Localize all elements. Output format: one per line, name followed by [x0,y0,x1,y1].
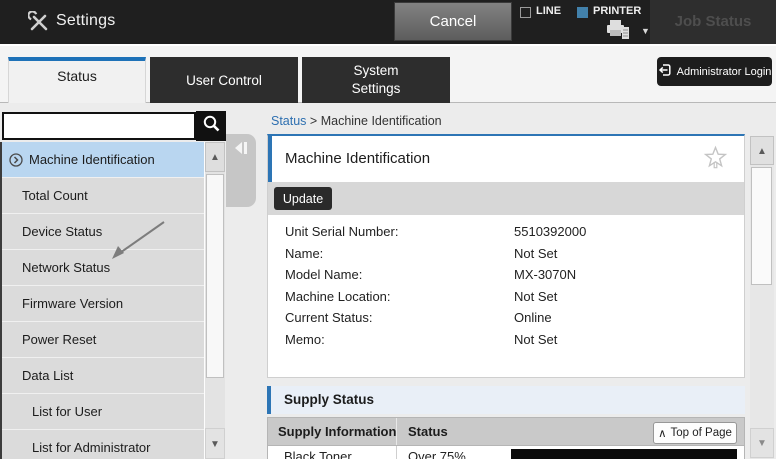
sidebar-item-label: Data List [22,368,73,383]
sidebar-item-list-for-administrator[interactable]: List for Administrator [2,430,204,459]
job-status-label: Job Status [650,0,776,44]
machine-fields: Unit Serial Number: 5510392000 Name: Not… [268,222,744,351]
field-label: Unit Serial Number: [285,224,398,239]
panel-title: Machine Identification [285,150,430,167]
field-row: Name: Not Set [268,244,744,266]
sidebar-item-label: Total Count [22,188,88,203]
search-icon [202,114,221,138]
field-label: Memo: [285,332,325,347]
top-bar: Settings Cancel LINE PRINTER ▼ Job Statu… [0,0,776,44]
breadcrumb-separator: > [310,114,317,128]
tab-system-settings-label: System Settings [336,62,416,98]
sidebar-item-label: List for User [32,404,102,419]
tab-system-settings[interactable]: System Settings [302,57,450,103]
sidebar-scroll-down-button[interactable]: ▼ [205,428,225,459]
search-input[interactable] [2,112,196,140]
supply-status-cell: Over 75% [408,449,466,459]
content-scroll-thumb[interactable] [751,167,772,285]
sidebar-collapse-handle[interactable] [226,134,256,207]
job-status-button[interactable]: Job Status [650,0,776,44]
sidebar-item-firmware-version[interactable]: Firmware Version [2,286,204,322]
top-of-page-button[interactable]: ∧ Top of Page [653,422,737,444]
sidebar-item-label: Network Status [22,260,110,275]
collapse-left-icon [233,141,249,155]
field-row: Unit Serial Number: 5510392000 [268,222,744,244]
field-value: Not Set [514,246,557,261]
sidebar-scroll-thumb[interactable] [206,174,224,378]
settings-tools-icon [28,11,50,33]
panel-header: Machine Identification [268,136,744,182]
sidebar-item-label: Power Reset [22,332,96,347]
sidebar-item-label: Device Status [22,224,102,239]
sidebar-item-label: List for Administrator [32,440,151,455]
line-indicator [520,7,531,18]
field-value: 5510392000 [514,224,586,239]
field-label: Machine Location: [285,289,391,304]
breadcrumb: Status > Machine Identification [271,114,442,128]
page-title: Settings [56,12,115,30]
panel-toolbar: Update [268,182,744,215]
column-supply-information: Supply Information [278,424,396,439]
table-row: Black Toner Over 75% [267,446,745,459]
sidebar-menu: Machine Identification Total Count Devic… [0,142,204,459]
field-label: Model Name: [285,267,362,282]
sidebar-scrollbar[interactable]: ▲ ▼ [204,142,225,459]
field-row: Model Name: MX-3070N [268,265,744,287]
column-status: Status [408,424,448,439]
field-row: Current Status: Online [268,308,744,330]
machine-identification-panel: Machine Identification Update Unit Seria… [267,134,745,378]
cancel-button[interactable]: Cancel [394,2,512,41]
field-row: Memo: Not Set [268,330,744,352]
supply-table-header: Supply Information Status ∧ Top of Page [267,417,745,446]
sidebar-item-machine-identification[interactable]: Machine Identification [2,142,204,178]
printer-indicator [577,7,588,18]
administrator-login-button[interactable]: Administrator Login [657,57,772,86]
sidebar-item-data-list[interactable]: Data List [2,358,204,394]
top-of-page-label: Top of Page [671,427,732,439]
supply-status-header: Supply Status [267,386,745,414]
printer-dropdown-icon[interactable]: ▼ [641,26,650,36]
printer-indicator-label: PRINTER [593,5,641,17]
supply-status-title: Supply Status [284,392,374,407]
field-label: Name: [285,246,323,261]
administrator-login-label: Administrator Login [677,66,772,78]
sidebar-item-total-count[interactable]: Total Count [2,178,204,214]
field-value: Online [514,310,552,325]
tab-user-control[interactable]: User Control [150,57,298,103]
column-divider [396,446,397,459]
sidebar-item-device-status[interactable]: Device Status [2,214,204,250]
chevron-up-icon: ∧ [658,426,666,440]
content-scroll-up-button[interactable]: ▲ [750,136,774,165]
favorite-star-icon[interactable] [703,145,728,177]
sidebar-item-label: Machine Identification [29,152,155,167]
search-button[interactable] [196,111,226,141]
breadcrumb-status-link[interactable]: Status [271,114,306,128]
field-value: Not Set [514,289,557,304]
field-row: Machine Location: Not Set [268,287,744,309]
breadcrumb-current: Machine Identification [321,114,442,128]
field-value: MX-3070N [514,267,576,282]
field-label: Current Status: [285,310,372,325]
toner-level-bar [511,449,737,459]
sidebar-scroll-up-button[interactable]: ▲ [205,142,225,172]
printer-icon [606,19,632,46]
login-icon [658,63,672,80]
tab-status[interactable]: Status [8,57,146,103]
sidebar-item-power-reset[interactable]: Power Reset [2,322,204,358]
supply-name-cell: Black Toner [284,449,352,459]
sidebar-item-label: Firmware Version [22,296,123,311]
tab-user-control-label: User Control [186,73,262,88]
content-scrollbar[interactable]: ▲ ▼ [750,136,774,459]
line-indicator-label: LINE [536,5,561,17]
sidebar-item-network-status[interactable]: Network Status [2,250,204,286]
field-value: Not Set [514,332,557,347]
tab-bar: Status User Control System Settings Admi… [0,46,776,103]
content-scroll-down-button[interactable]: ▼ [750,428,774,458]
update-button[interactable]: Update [274,187,332,210]
selected-chevron-icon [9,153,23,167]
sidebar-item-list-for-user[interactable]: List for User [2,394,204,430]
